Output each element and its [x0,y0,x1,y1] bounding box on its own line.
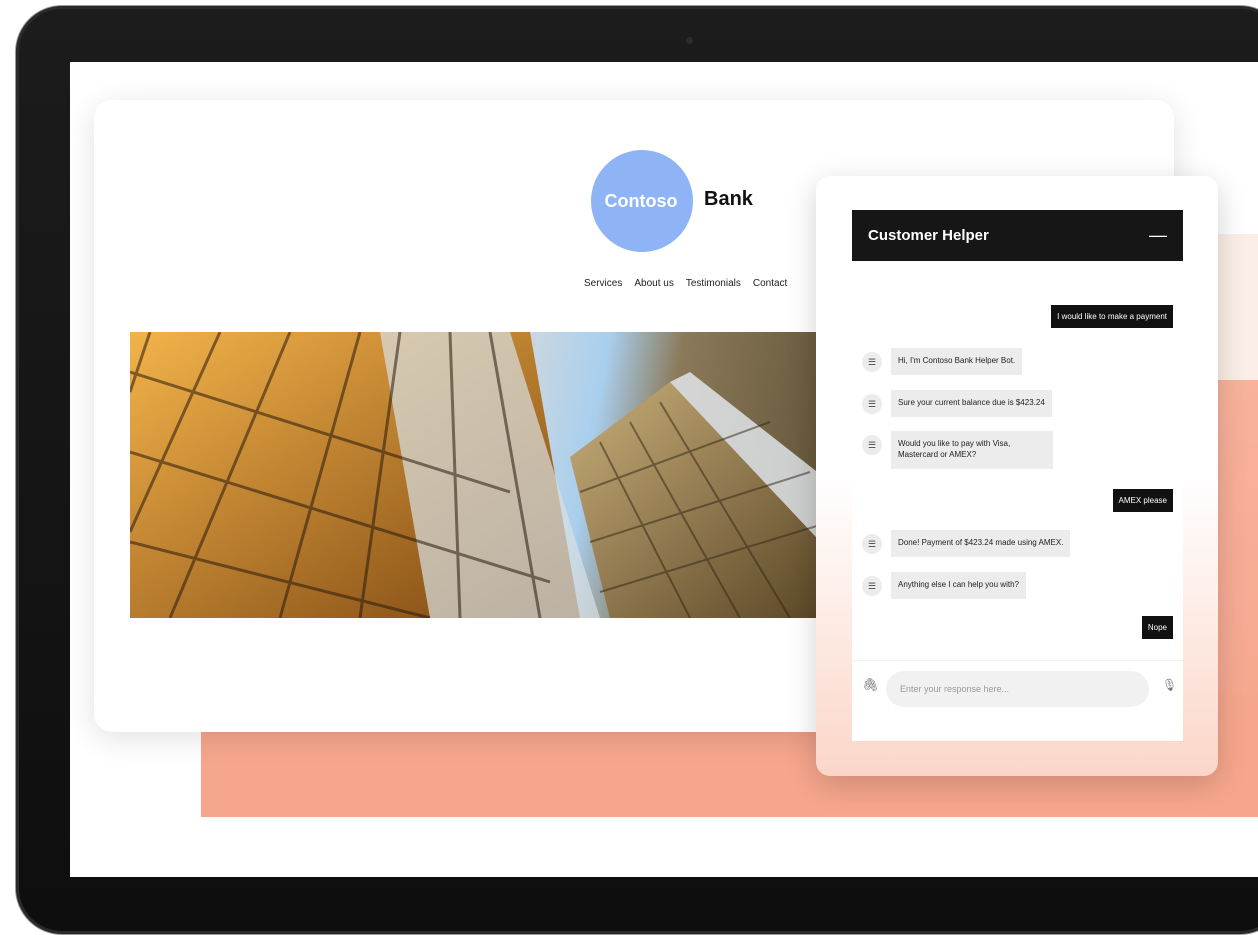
bot-message: ☰ Done! Payment of $423.24 made using AM… [862,530,1071,557]
minimize-button[interactable]: — [1149,225,1167,246]
building-illustration [130,332,830,618]
user-message: Nope [1141,616,1173,639]
paperclip-icon[interactable]: 🖇 [862,677,879,693]
user-message: AMEX please [1112,489,1173,512]
nav-item-services[interactable]: Services [584,278,622,289]
logo-bank-word: Bank [704,188,753,210]
logo-word: Contoso [604,191,678,211]
nav-item-testimonials[interactable]: Testimonials [686,278,741,289]
chat-input-row: 🖇 🎙 [852,660,1183,711]
bot-bubble: Anything else I can help you with? [891,572,1026,599]
chat-title: Customer Helper [868,227,989,244]
nav-item-contact[interactable]: Contact [753,278,787,289]
microphone-icon[interactable]: 🎙 [1162,678,1177,692]
bot-icon: ☰ [862,576,882,596]
bot-icon: ☰ [862,435,882,455]
bot-bubble: Hi, I'm Contoso Bank Helper Bot. [891,348,1023,375]
nav-item-about[interactable]: About us [634,278,673,289]
site-nav: Services About us Testimonials Contact [584,278,787,289]
bot-message: ☰ Sure your current balance due is $423.… [862,390,1052,417]
chat-header: Customer Helper — [852,210,1183,261]
bot-message: ☰ Hi, I'm Contoso Bank Helper Bot. [862,348,1023,375]
bot-bubble: Would you like to pay with Visa, Masterc… [891,431,1053,469]
bot-icon: ☰ [862,352,882,372]
hero-image-buildings [130,332,830,618]
chat-body[interactable]: I would like to make a payment ☰ Hi, I'm… [852,261,1183,741]
bot-icon: ☰ [862,534,882,554]
bot-message: ☰ Anything else I can help you with? [862,572,1026,599]
bot-bubble: Done! Payment of $423.24 made using AMEX… [891,530,1071,557]
chat-input[interactable] [886,671,1149,707]
chat-widget: Customer Helper — I would like to make a… [816,176,1218,776]
camera-dot [686,37,693,44]
user-message: I would like to make a payment [1051,305,1173,328]
bot-bubble: Sure your current balance due is $423.24 [891,390,1052,417]
bot-icon: ☰ [862,394,882,414]
screen: Contoso Bank Services About us Testimoni… [70,62,1258,877]
bot-message: ☰ Would you like to pay with Visa, Maste… [862,431,1053,469]
